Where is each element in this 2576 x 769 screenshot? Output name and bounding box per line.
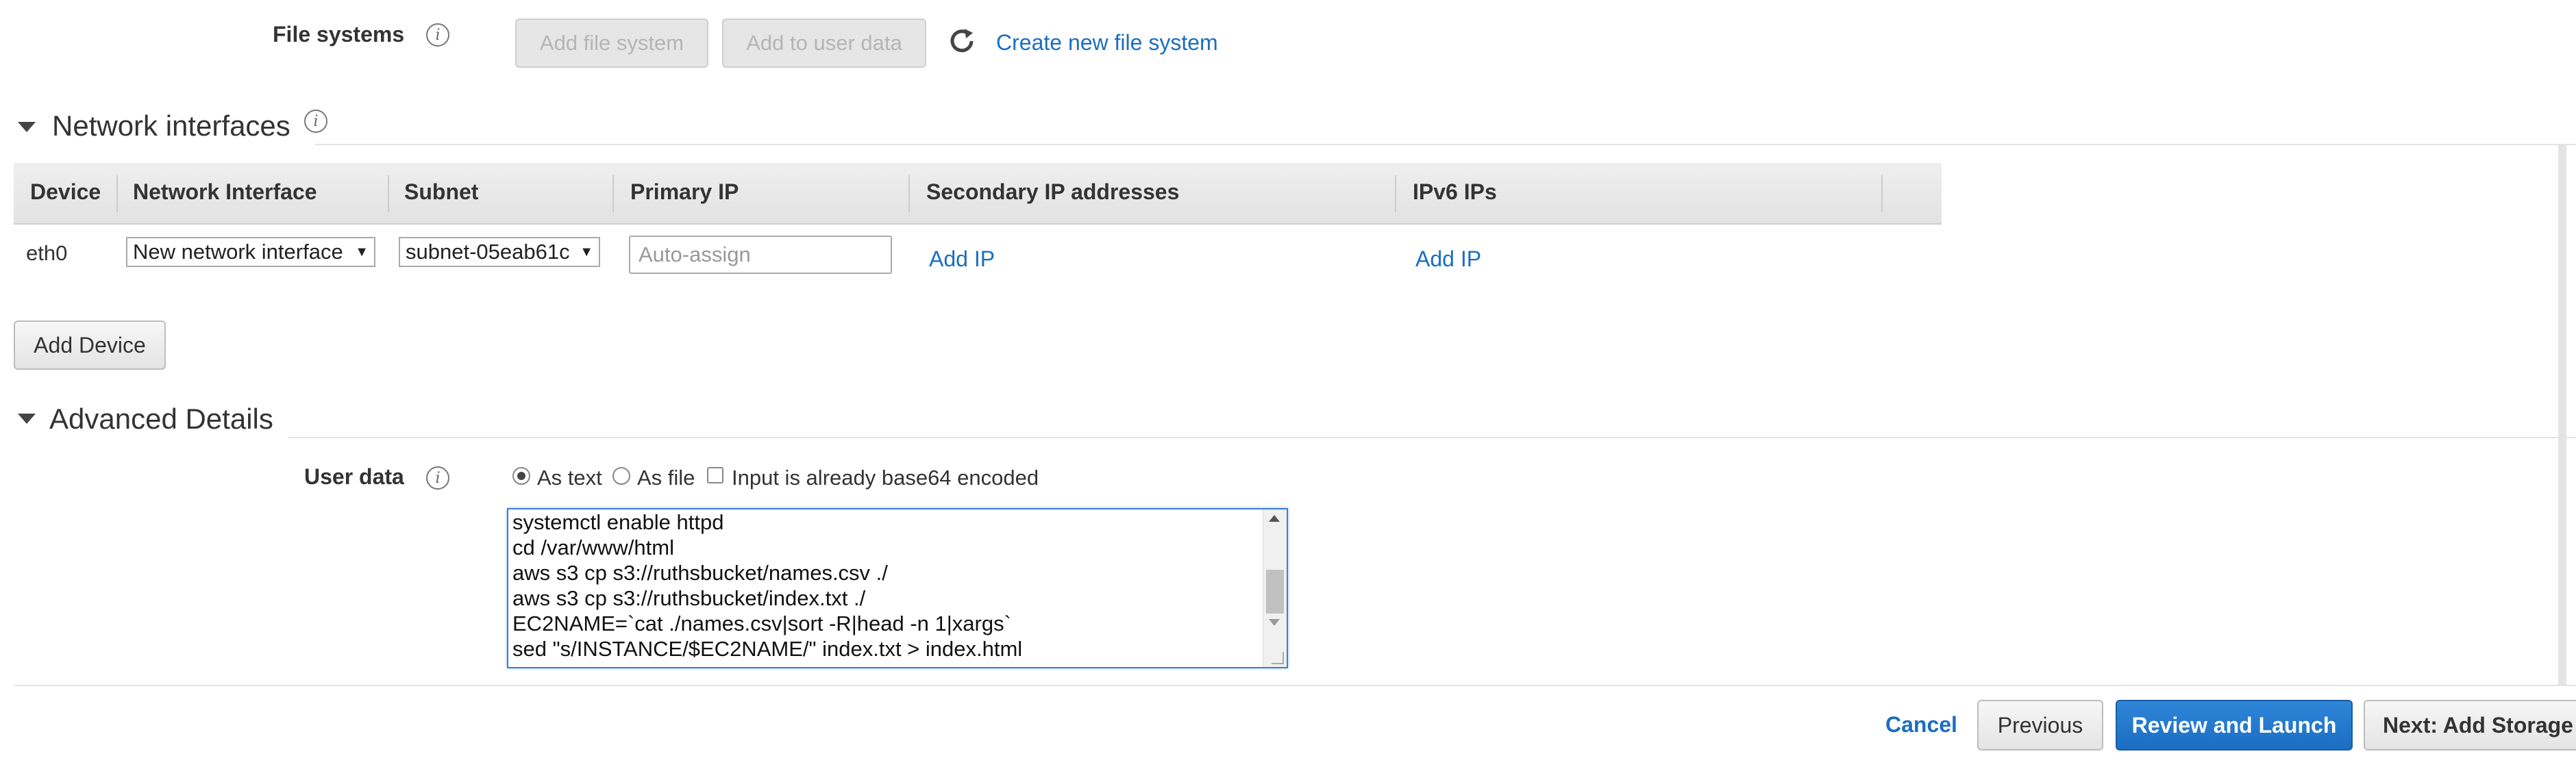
add-file-system-button[interactable]: Add file system	[515, 18, 708, 68]
column-divider	[388, 175, 389, 212]
info-icon[interactable]: i	[426, 466, 449, 490]
network-interfaces-title: Network interfaces	[52, 110, 290, 142]
user-data-textarea[interactable]: systemctl enable httpd cd /var/www/html …	[507, 508, 1288, 668]
file-systems-label: File systems	[273, 22, 405, 47]
primary-ip-input[interactable]: Auto-assign	[629, 236, 892, 274]
section-divider	[288, 437, 2576, 438]
column-header-network-interface: Network Interface	[133, 179, 317, 204]
textarea-scrollbar[interactable]	[1263, 509, 1287, 667]
network-interface-value: New network interface	[133, 240, 343, 264]
user-data-label: User data	[304, 464, 404, 489]
as-text-radio[interactable]	[512, 467, 530, 485]
subnet-value: subnet-05eab61c	[406, 240, 570, 264]
as-file-radio[interactable]	[612, 467, 630, 485]
dropdown-arrow-icon: ▼	[351, 244, 369, 260]
scroll-thumb[interactable]	[1266, 570, 1284, 614]
cancel-link[interactable]: Cancel	[1885, 712, 1957, 738]
column-divider	[1395, 175, 1396, 212]
code-line: cd /var/www/html	[512, 535, 674, 559]
column-header-device: Device	[30, 179, 101, 204]
advanced-details-title: Advanced Details	[49, 403, 273, 435]
column-header-ipv6: IPv6 IPs	[1413, 179, 1497, 204]
code-line: aws s3 cp s3://ruthsbucket/index.txt ./	[512, 586, 866, 610]
add-device-button[interactable]: Add Device	[14, 320, 166, 370]
info-icon[interactable]: i	[304, 110, 327, 133]
column-divider	[1881, 175, 1883, 212]
column-divider	[908, 175, 910, 212]
review-and-launch-button[interactable]: Review and Launch	[2116, 700, 2353, 751]
code-line: systemctl enable httpd	[512, 510, 724, 534]
refresh-icon[interactable]	[947, 26, 977, 56]
resize-handle-icon[interactable]	[1272, 652, 1284, 664]
device-cell: eth0	[26, 241, 68, 265]
add-secondary-ip-link[interactable]: Add IP	[929, 247, 995, 272]
scroll-up-icon[interactable]	[1269, 515, 1280, 522]
radio-selected-dot	[517, 472, 525, 480]
page-scrollbar[interactable]	[2558, 144, 2566, 685]
as-text-label: As text	[537, 466, 602, 490]
section-divider	[315, 144, 2576, 145]
info-icon[interactable]: i	[426, 23, 449, 47]
base64-label: Input is already base64 encoded	[732, 466, 1039, 490]
column-header-secondary-ip: Secondary IP addresses	[926, 179, 1180, 204]
code-line: sed "s/INSTANCE/$EC2NAME/" index.txt > i…	[512, 637, 1023, 661]
next-add-storage-button[interactable]: Next: Add Storage	[2364, 700, 2576, 751]
collapse-advanced-details-icon[interactable]	[18, 414, 36, 424]
as-file-label: As file	[637, 466, 695, 490]
code-line: EC2NAME=`cat ./names.csv|sort -R|head -n…	[512, 612, 1011, 635]
add-to-user-data-button[interactable]: Add to user data	[722, 18, 926, 68]
subnet-select[interactable]: subnet-05eab61c ▼	[399, 237, 600, 267]
base64-checkbox[interactable]	[707, 467, 723, 483]
previous-button[interactable]: Previous	[1977, 700, 2103, 751]
add-ipv6-ip-link[interactable]: Add IP	[1415, 247, 1481, 272]
column-divider	[116, 175, 118, 212]
collapse-network-interfaces-icon[interactable]	[18, 122, 36, 132]
scroll-down-icon[interactable]	[1269, 619, 1280, 626]
column-header-primary-ip: Primary IP	[630, 179, 739, 204]
column-header-subnet: Subnet	[404, 179, 479, 204]
dropdown-arrow-icon: ▼	[575, 244, 593, 260]
column-divider	[612, 175, 614, 212]
create-new-file-system-link[interactable]: Create new file system	[996, 30, 1218, 55]
footer-divider	[14, 685, 2576, 686]
network-interface-select[interactable]: New network interface ▼	[126, 237, 375, 267]
code-line: aws s3 cp s3://ruthsbucket/names.csv ./	[512, 561, 888, 585]
